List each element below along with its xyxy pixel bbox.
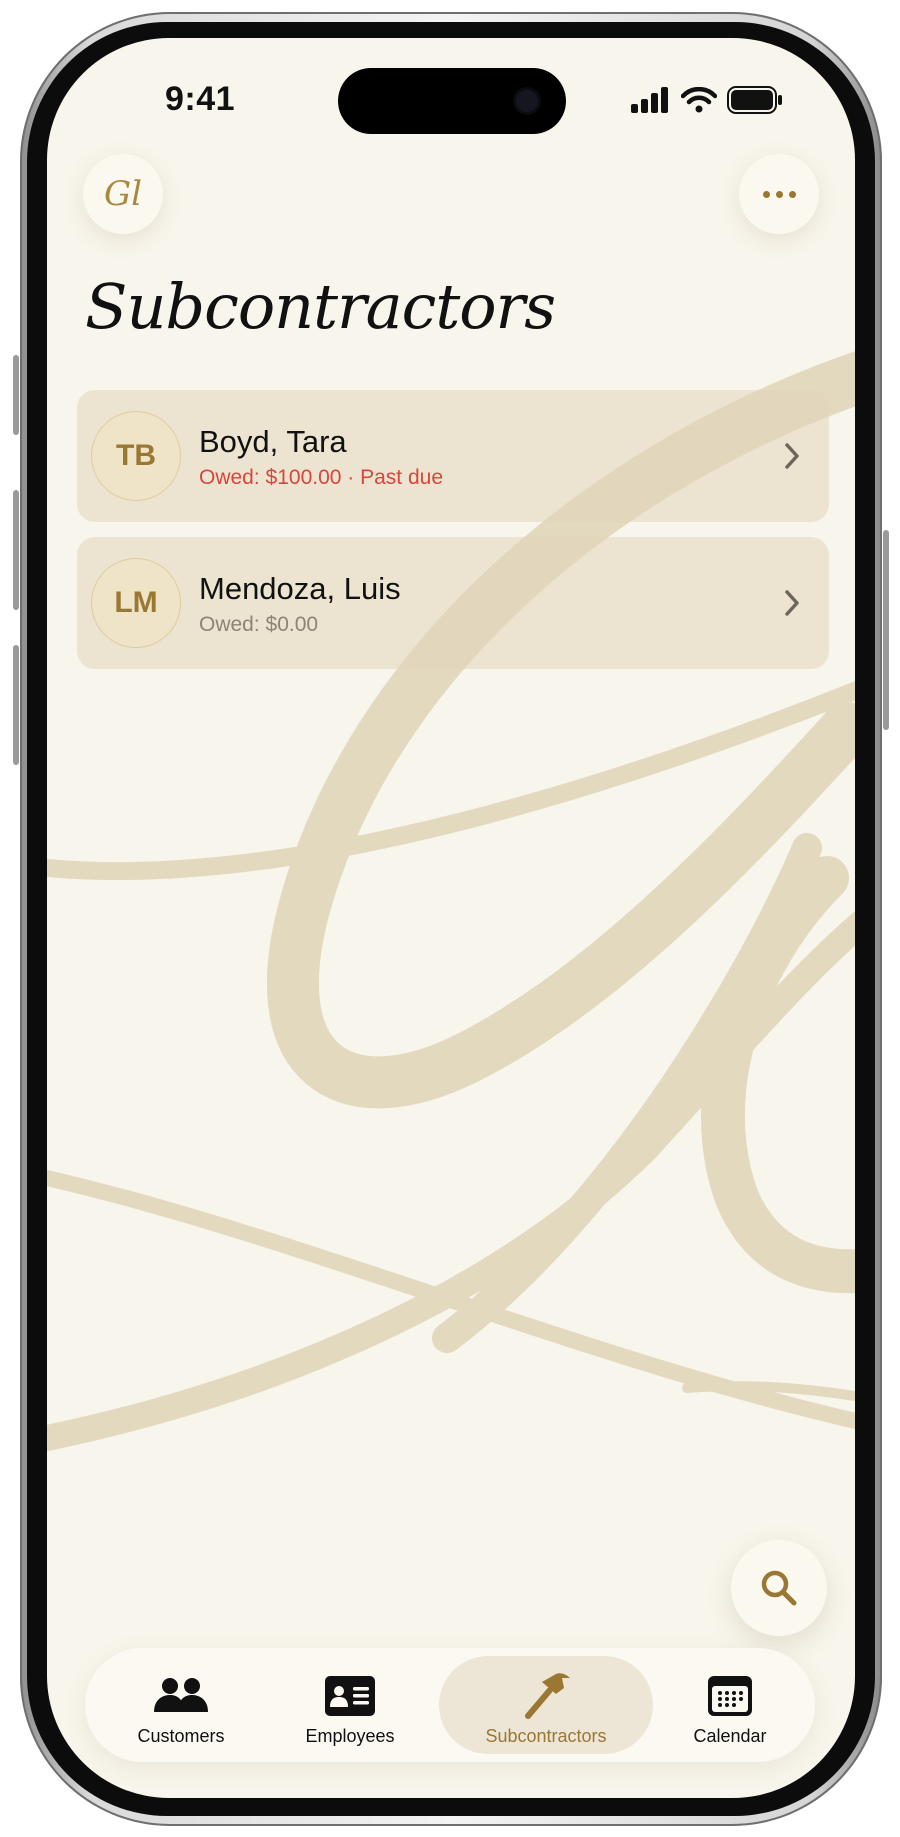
- more-options-button[interactable]: [739, 154, 819, 234]
- tab-bar: Customers Employees Subcontractors Calen…: [85, 1648, 815, 1762]
- logo-monogram: Gl: [103, 174, 143, 214]
- tab-calendar[interactable]: Calendar: [675, 1648, 785, 1762]
- owed-status: Owed: $0.00: [199, 613, 319, 636]
- subcontractor-row[interactable]: TB Boyd, Tara Owed: $100.00 · Past due: [77, 390, 829, 522]
- tab-employees[interactable]: Employees: [285, 1648, 415, 1762]
- battery-icon: [727, 86, 782, 114]
- ellipsis-icon: [760, 190, 799, 198]
- tab-label: Calendar: [693, 1726, 767, 1746]
- subcontractor-name: Boyd, Tara: [199, 424, 347, 459]
- tab-customers[interactable]: Customers: [111, 1648, 251, 1762]
- tab-label: Subcontractors: [485, 1726, 607, 1746]
- dynamic-island: [338, 68, 566, 134]
- avatar: TB: [91, 411, 181, 501]
- status-time: 9:41: [165, 80, 236, 118]
- hammer-icon: [518, 1672, 574, 1720]
- app-screen: 9:41 Gl Subcontractors TB Boyd, Tara Owe…: [47, 38, 855, 1798]
- chevron-right-icon: [785, 443, 799, 469]
- people-icon: [151, 1672, 211, 1720]
- search-button[interactable]: [731, 1540, 827, 1636]
- tab-label: Employees: [305, 1726, 395, 1746]
- owed-status: Owed: $100.00 · Past due: [199, 466, 443, 489]
- power-button: [883, 530, 889, 730]
- chevron-right-icon: [785, 590, 799, 616]
- subcontractor-name: Mendoza, Luis: [199, 571, 401, 606]
- tab-label: Customers: [137, 1726, 225, 1746]
- cellular-signal-icon: [631, 87, 668, 113]
- subcontractor-row[interactable]: LM Mendoza, Luis Owed: $0.00: [77, 537, 829, 669]
- tab-subcontractors[interactable]: Subcontractors: [439, 1648, 653, 1762]
- camera-icon: [516, 90, 538, 112]
- search-icon: [761, 1570, 797, 1606]
- logo-button[interactable]: Gl: [83, 154, 163, 234]
- calendar-icon: [708, 1672, 752, 1720]
- status-icons: [631, 86, 783, 114]
- page-title: Subcontractors: [85, 270, 556, 343]
- avatar: LM: [91, 558, 181, 648]
- volume-down-button: [13, 645, 19, 765]
- wifi-icon: [681, 87, 717, 113]
- action-button: [13, 355, 19, 435]
- id-card-icon: [325, 1672, 375, 1720]
- volume-up-button: [13, 490, 19, 610]
